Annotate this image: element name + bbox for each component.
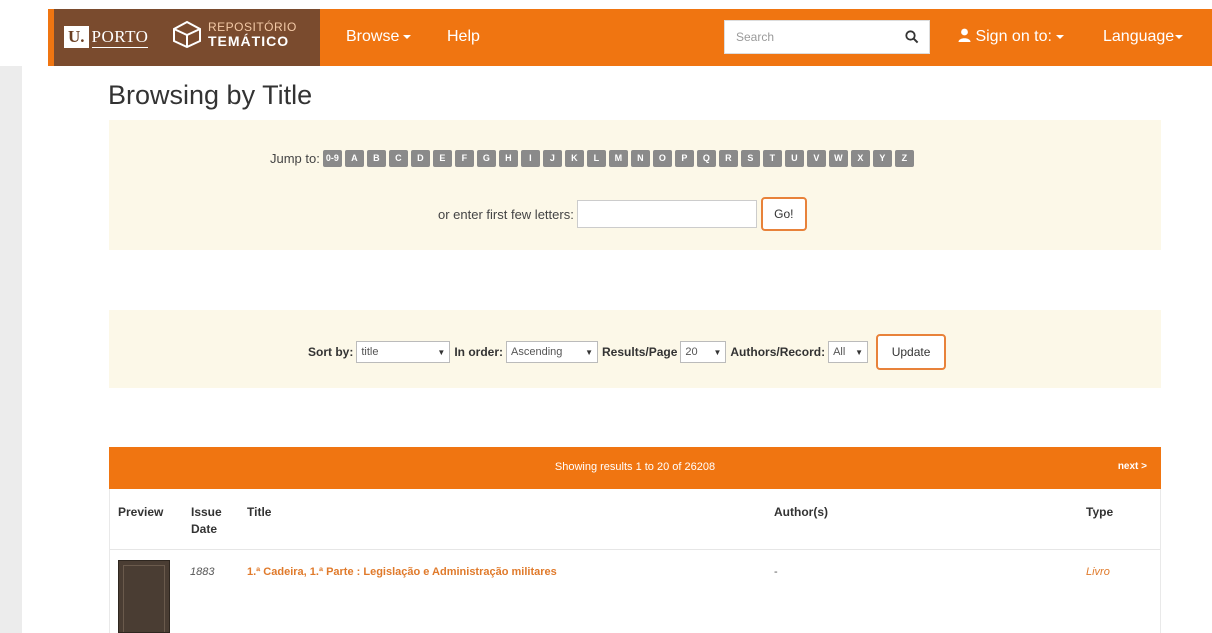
jump-letter-e[interactable]: E <box>432 150 452 167</box>
top-navbar: U. PORTO REPOSITÓRIO TEMÁTICO Browse Hel… <box>0 0 1212 66</box>
chevron-down-icon <box>403 34 412 39</box>
uporto-porto-text: PORTO <box>91 26 149 48</box>
jump-letter-i[interactable]: I <box>520 150 540 167</box>
book-cover-thumbnail[interactable] <box>118 560 170 633</box>
repositorio-logo[interactable]: REPOSITÓRIO TEMÁTICO <box>172 20 297 48</box>
row-type: Livro <box>1086 566 1110 578</box>
jump-letter-s[interactable]: S <box>740 150 760 167</box>
nav-help-link[interactable]: Help <box>447 28 480 46</box>
jump-letter-d[interactable]: D <box>410 150 430 167</box>
sign-on-menu[interactable]: Sign on to: <box>958 28 1064 46</box>
jump-letter-x[interactable]: X <box>850 150 870 167</box>
jump-letter-0-9[interactable]: 0-9 <box>322 150 342 167</box>
authors-per-record-select[interactable]: All ▼ <box>828 341 869 363</box>
jump-letter-b[interactable]: B <box>366 150 386 167</box>
jump-letter-o[interactable]: O <box>652 150 672 167</box>
jump-letter-h[interactable]: H <box>498 150 518 167</box>
jump-letter-n[interactable]: N <box>630 150 650 167</box>
jump-to-row: Jump to: 0-9 A B C D E F G H I J K L M N O P Q R S T U V W X Y Z <box>270 150 917 167</box>
results-summary: Showing results 1 to 20 of 26208 <box>554 461 716 473</box>
dropdown-arrow-icon: ▼ <box>585 347 594 357</box>
sort-options-row: Sort by: title ▼ In order: Ascending ▼ Res… <box>308 334 947 370</box>
order-select[interactable]: Ascending ▼ <box>506 341 599 363</box>
authors-per-record-label: Authors/Record: <box>730 345 826 359</box>
jump-letter-f[interactable]: F <box>454 150 474 167</box>
search-box <box>724 20 930 54</box>
jump-letter-k[interactable]: K <box>564 150 584 167</box>
nav-browse-menu[interactable]: Browse <box>346 28 412 46</box>
sort-by-label: Sort by: <box>308 345 354 359</box>
column-header-preview[interactable]: Preview <box>118 504 163 521</box>
language-label: Language <box>1103 28 1175 45</box>
results-per-page-select[interactable]: 20 ▼ <box>680 341 727 363</box>
row-title-link[interactable]: 1.ª Cadeira, 1.ª Parte : Legislação e Ad… <box>247 566 557 578</box>
authors-per-record-value: All <box>833 346 846 358</box>
chevron-down-icon <box>1175 34 1184 39</box>
jump-letter-p[interactable]: P <box>674 150 694 167</box>
issue-date-line2: Date <box>191 522 218 536</box>
repositorio-line2: TEMÁTICO <box>208 33 290 49</box>
jump-letter-z[interactable]: Z <box>894 150 914 167</box>
jump-letter-c[interactable]: C <box>388 150 408 167</box>
jump-letter-u[interactable]: U <box>784 150 804 167</box>
nav-browse-label: Browse <box>346 28 400 45</box>
jump-letter-l[interactable]: L <box>586 150 606 167</box>
jump-letter-r[interactable]: R <box>718 150 738 167</box>
header-row-divider <box>110 549 1160 550</box>
jump-letter-v[interactable]: V <box>806 150 826 167</box>
page-title: Browsing by Title <box>108 80 313 110</box>
repositorio-wordmark: REPOSITÓRIO TEMÁTICO <box>208 20 297 48</box>
first-letters-input[interactable] <box>576 200 757 228</box>
column-header-authors[interactable]: Author(s) <box>774 504 828 521</box>
jump-letter-y[interactable]: Y <box>872 150 892 167</box>
sort-by-select[interactable]: title ▼ <box>356 341 451 363</box>
jump-letter-a[interactable]: A <box>344 150 364 167</box>
dropdown-arrow-icon: ▼ <box>713 347 722 357</box>
results-per-page-label: Results/Page <box>602 345 678 359</box>
jump-to-label: Jump to: <box>270 151 320 166</box>
first-letters-label: or enter first few letters: <box>438 206 574 222</box>
column-header-title[interactable]: Title <box>247 504 271 521</box>
jump-letter-m[interactable]: M <box>608 150 628 167</box>
uporto-u-mark: U. <box>64 26 89 48</box>
uporto-logo[interactable]: U. PORTO <box>64 26 149 48</box>
column-header-issue-date[interactable]: Issue Date <box>191 504 222 538</box>
order-value: Ascending <box>511 346 563 358</box>
letter-list: 0-9 A B C D E F G H I J K L M N O P Q R S T U V W X Y Z <box>322 150 917 167</box>
jump-letter-t[interactable]: T <box>762 150 782 167</box>
jump-letter-w[interactable]: W <box>828 150 848 167</box>
update-button[interactable]: Update <box>876 334 947 370</box>
results-per-page-value: 20 <box>685 346 698 358</box>
jump-letter-q[interactable]: Q <box>696 150 716 167</box>
chevron-down-icon <box>1055 34 1064 39</box>
repositorio-line1: REPOSITÓRIO <box>208 20 297 34</box>
dropdown-arrow-icon: ▼ <box>855 347 864 357</box>
jump-letter-g[interactable]: G <box>476 150 496 167</box>
cube-logo-icon <box>173 20 201 48</box>
nav-help-label: Help <box>447 28 480 45</box>
jump-letter-j[interactable]: J <box>542 150 562 167</box>
left-gutter <box>0 66 22 633</box>
search-icon <box>905 30 919 44</box>
issue-date-line1: Issue <box>191 505 222 519</box>
language-menu[interactable]: Language <box>1103 28 1184 46</box>
order-label: In order: <box>454 345 504 359</box>
sort-by-value: title <box>361 346 379 358</box>
row-issue-date: 1883 <box>190 566 215 578</box>
first-letters-row: or enter first few letters: Go! <box>438 197 807 231</box>
results-header: Showing results 1 to 20 of 26208 next > <box>109 447 1161 489</box>
search-button[interactable] <box>895 21 929 53</box>
search-input[interactable] <box>725 21 895 53</box>
dropdown-arrow-icon: ▼ <box>437 347 446 357</box>
go-button[interactable]: Go! <box>760 197 807 231</box>
user-icon <box>958 28 971 42</box>
column-header-type[interactable]: Type <box>1086 504 1113 521</box>
next-page-link[interactable]: next > <box>1118 461 1147 472</box>
row-author: - <box>774 566 778 578</box>
sign-on-label: Sign on to: <box>975 28 1052 45</box>
